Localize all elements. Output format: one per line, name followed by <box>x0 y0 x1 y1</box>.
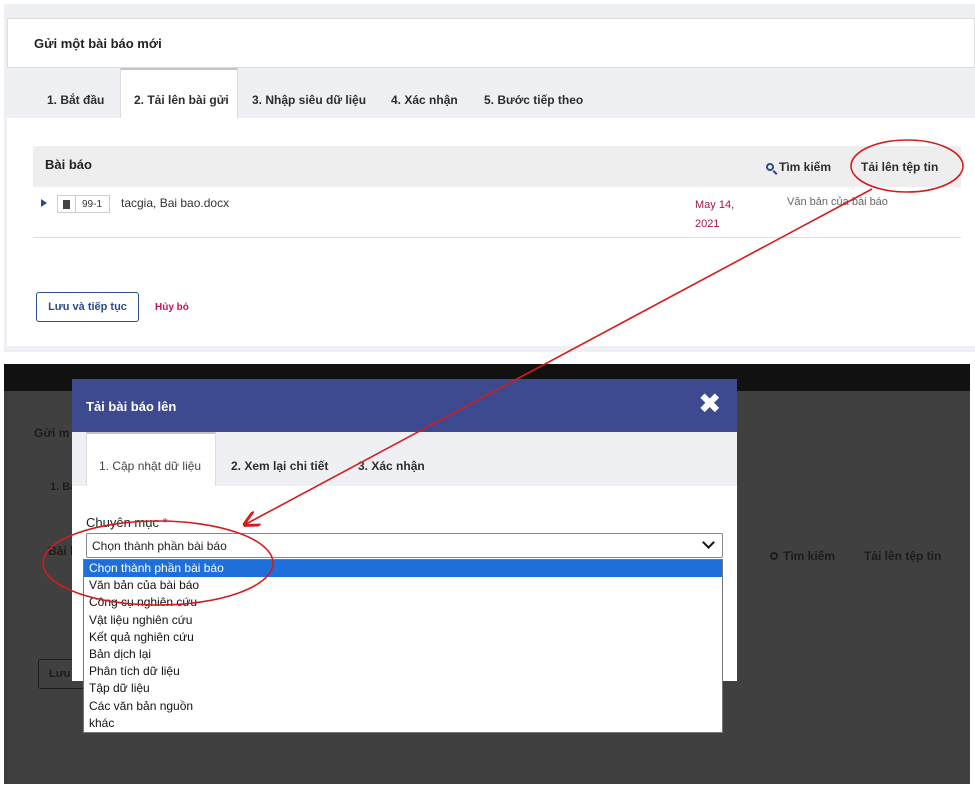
page-title: Gửi một bài báo mới <box>34 36 162 51</box>
option-research-instrument[interactable]: Công cụ nghiên cứu <box>84 594 722 611</box>
option-source-texts[interactable]: Các văn bản nguồn <box>84 698 722 715</box>
files-grid: Bài báo Tìm kiếm Tải lên tệp tin 99-1 ta… <box>33 146 961 238</box>
option-data-set[interactable]: Tập dữ liệu <box>84 680 722 697</box>
dimmed-upload: Tải lên tệp tin <box>864 549 942 563</box>
expand-row-icon[interactable] <box>41 199 47 207</box>
option-research-materials[interactable]: Vật liệu nghiên cứu <box>84 612 722 629</box>
option-other[interactable]: khác <box>84 715 722 732</box>
grid-title: Bài báo <box>45 157 92 172</box>
option-research-results[interactable]: Kết quả nghiên cứu <box>84 629 722 646</box>
page-header: Gửi một bài báo mới <box>7 18 975 68</box>
option-data-analysis[interactable]: Phân tích dữ liệu <box>84 663 722 680</box>
genre-select-value: Chọn thành phần bài báo <box>92 539 227 553</box>
option-choose-component[interactable]: Chọn thành phần bài báo <box>84 560 722 578</box>
wizard-tabs: 1. Bắt đầu 2. Tải lên bài gửi 3. Nhập si… <box>7 68 975 118</box>
option-article-text[interactable]: Văn bản của bài báo <box>84 577 722 594</box>
document-icon <box>58 196 76 212</box>
modal-title: Tải bài báo lên <box>86 399 177 414</box>
file-date-line2: 2021 <box>695 218 720 230</box>
close-icon[interactable]: ✖ <box>698 390 721 418</box>
modal-tabs: 1. Cập nhật dữ liệu 2. Xem lại chi tiết … <box>72 432 737 486</box>
dimmed-search: Tìm kiếm <box>770 549 835 563</box>
genre-label: Chuyên mục * <box>86 515 168 530</box>
file-id: 99-1 <box>82 198 103 210</box>
upload-panel: Bài báo Tìm kiếm Tải lên tệp tin 99-1 ta… <box>7 118 975 346</box>
file-date: May 14, 2021 <box>695 196 755 234</box>
dimmed-search-label: Tìm kiếm <box>783 549 836 563</box>
genre-options-list: Chọn thành phần bài báo Văn bản của bài … <box>83 559 723 733</box>
tab-confirm[interactable]: 4. Xác nhận <box>391 68 458 118</box>
search-link[interactable]: Tìm kiếm <box>766 160 832 175</box>
chevron-down-icon <box>702 536 715 549</box>
upload-file-link[interactable]: Tải lên tệp tin <box>861 160 938 174</box>
upload-step-screenshot: Gửi một bài báo mới 1. Bắt đầu 2. Tải lê… <box>4 4 975 352</box>
search-icon <box>766 163 778 175</box>
dimmed-search-icon <box>770 552 778 560</box>
tab-next-steps[interactable]: 5. Bước tiếp theo <box>484 68 583 118</box>
cancel-link[interactable]: Hủy bỏ <box>155 302 189 313</box>
search-label: Tìm kiếm <box>779 160 832 174</box>
tab-metadata[interactable]: 3. Nhập siêu dữ liệu <box>252 68 366 118</box>
grid-header: Bài báo Tìm kiếm Tải lên tệp tin <box>33 146 961 187</box>
tab-modal-confirm[interactable]: 3. Xác nhận <box>358 432 425 486</box>
tab-upload-submission[interactable]: 2. Tải lên bài gửi <box>120 68 238 118</box>
tab-start[interactable]: 1. Bắt đầu <box>47 68 104 118</box>
file-id-badge: 99-1 <box>57 195 110 213</box>
genre-select[interactable]: Chọn thành phần bài báo <box>86 533 723 558</box>
save-continue-button[interactable]: Lưu và tiếp tục <box>36 292 139 322</box>
required-mark: * <box>162 515 168 530</box>
modal-header: Tải bài báo lên ✖ <box>72 379 737 432</box>
file-type: Văn bản của bài báo <box>787 196 888 208</box>
genre-label-text: Chuyên mục <box>86 515 159 530</box>
file-name[interactable]: tacgia, Bai bao.docx <box>121 196 229 210</box>
file-date-line1: May 14, <box>695 199 735 211</box>
tab-review-details[interactable]: 2. Xem lại chi tiết <box>231 432 328 486</box>
dimmed-header-text: Gửi m <box>34 426 70 440</box>
table-row[interactable]: 99-1 tacgia, Bai bao.docx May 14, 2021 V… <box>33 187 961 237</box>
option-transcripts[interactable]: Bản dịch lại <box>84 646 722 663</box>
tab-update-data[interactable]: 1. Cập nhật dữ liệu <box>86 432 216 486</box>
